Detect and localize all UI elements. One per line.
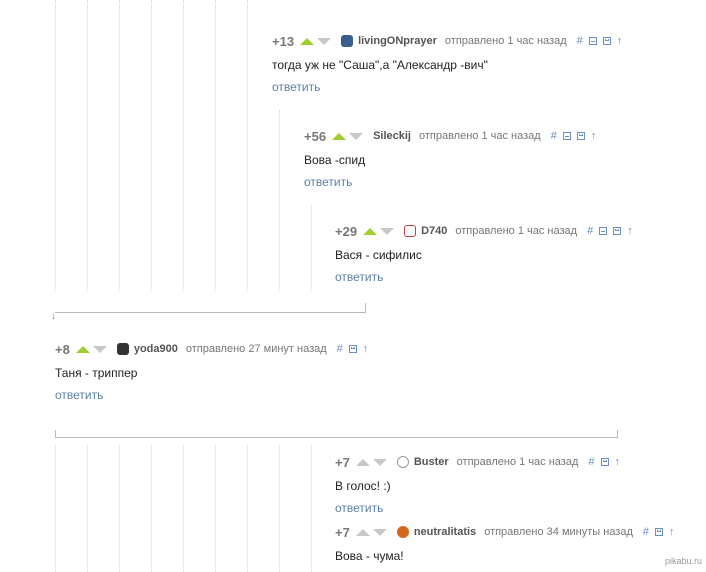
comment: +56 Sileckij отправлено 1 час назад # ↑ …	[304, 128, 597, 190]
downvote-icon[interactable]	[92, 345, 107, 353]
permalink-icon[interactable]: #	[337, 343, 343, 355]
thread-collapse-line-bottom[interactable]	[55, 437, 618, 438]
comment-author[interactable]: neutralitatis	[414, 526, 476, 538]
comment-text: В голос! :)	[335, 479, 391, 493]
downvote-icon[interactable]	[380, 227, 395, 235]
permalink-icon[interactable]: #	[577, 35, 583, 47]
comment-rating: +29	[335, 223, 358, 239]
comment-timestamp: отправлено 1 час назад	[444, 35, 567, 47]
downvote-icon[interactable]	[372, 528, 387, 536]
parent-arrow-icon[interactable]: ↑	[617, 35, 623, 47]
downvote-icon[interactable]	[372, 458, 387, 466]
avatar[interactable]	[396, 456, 409, 468]
permalink-icon[interactable]: #	[588, 456, 594, 468]
avatar[interactable]	[396, 526, 409, 538]
comment-timestamp: отправлено 1 час назад	[456, 456, 579, 468]
save-icon[interactable]	[655, 528, 664, 536]
downvote-icon[interactable]	[349, 132, 364, 140]
avatar[interactable]	[116, 343, 129, 355]
comment-text: Таня - триппер	[55, 366, 138, 380]
upvote-icon[interactable]	[363, 227, 378, 235]
collapse-icon[interactable]	[588, 37, 597, 45]
parent-arrow-icon[interactable]: ↑	[669, 526, 675, 538]
reply-link[interactable]: ответить	[335, 501, 620, 515]
save-icon[interactable]	[348, 345, 357, 353]
comment-text: Вася - сифилис	[335, 248, 422, 262]
comment-rating: +13	[272, 33, 295, 49]
comment-rating: +7	[335, 524, 350, 540]
upvote-icon[interactable]	[75, 345, 90, 353]
comment: +13 livingONprayer отправлено 1 час наза…	[272, 33, 623, 95]
comment-rating: +56	[304, 128, 327, 144]
downvote-icon[interactable]	[317, 37, 332, 45]
parent-arrow-icon[interactable]: ↑	[627, 225, 633, 237]
thread-collapse-line-top[interactable]	[55, 312, 366, 313]
reply-link[interactable]: ответить	[272, 80, 622, 94]
comment-timestamp: отправлено 27 минут назад	[185, 343, 327, 355]
avatar[interactable]	[404, 225, 417, 237]
comment-author[interactable]: yoda900	[134, 343, 178, 355]
avatar[interactable]	[341, 35, 354, 47]
thread-collapse-tick-right	[617, 430, 618, 438]
comment: +8 yoda900 отправлено 27 минут назад # ↑…	[55, 341, 369, 403]
thread-collapse-tick-left	[55, 430, 56, 438]
permalink-icon[interactable]: #	[551, 130, 557, 142]
comment-timestamp: отправлено 1 час назад	[455, 225, 578, 237]
watermark: pikabu.ru	[664, 556, 702, 566]
comment-text: Вова -спид	[304, 153, 366, 167]
parent-arrow-icon[interactable]: ↑	[363, 343, 369, 355]
permalink-icon[interactable]: #	[587, 225, 593, 237]
reply-link[interactable]: ответить	[55, 388, 368, 402]
reply-link[interactable]: ответить	[335, 270, 633, 284]
upvote-icon[interactable]	[355, 528, 370, 536]
comment: +29 D740 отправлено 1 час назад # ↑ Вася…	[335, 223, 633, 285]
comment-author[interactable]: D740	[421, 225, 447, 237]
comment-author[interactable]: Buster	[414, 456, 449, 468]
comment-timestamp: отправлено 34 минуты назад	[484, 526, 633, 538]
comment: +7 neutralitatis отправлено 34 минуты на…	[335, 524, 675, 564]
save-icon[interactable]	[613, 227, 622, 235]
save-icon[interactable]	[602, 37, 611, 45]
save-icon[interactable]	[576, 132, 585, 140]
comment-rating: +8	[55, 341, 70, 357]
comment-timestamp: отправлено 1 час назад	[418, 130, 541, 142]
reply-link[interactable]: ответить	[304, 175, 596, 189]
collapse-icon[interactable]	[562, 132, 571, 140]
save-icon[interactable]	[600, 458, 609, 466]
upvote-icon[interactable]	[332, 132, 347, 140]
collapse-arrow-icon[interactable]: ↓	[51, 311, 56, 322]
comment-author[interactable]: livingONprayer	[358, 35, 437, 47]
comment-rating: +7	[335, 454, 350, 470]
collapse-icon[interactable]	[599, 227, 608, 235]
parent-arrow-icon[interactable]: ↑	[615, 456, 621, 468]
upvote-icon[interactable]	[355, 458, 370, 466]
permalink-icon[interactable]: #	[643, 526, 649, 538]
thread-collapse-tick-top	[365, 303, 366, 313]
upvote-icon[interactable]	[300, 37, 315, 45]
parent-arrow-icon[interactable]: ↑	[591, 130, 597, 142]
comment-text: тогда уж не "Саша",а "Александр -вич"	[272, 58, 488, 72]
comment-text: Вова - чума!	[335, 549, 404, 563]
comment-author[interactable]: Sileckij	[373, 130, 411, 142]
comment: +7 Buster отправлено 1 час назад # ↑ В г…	[335, 454, 621, 516]
